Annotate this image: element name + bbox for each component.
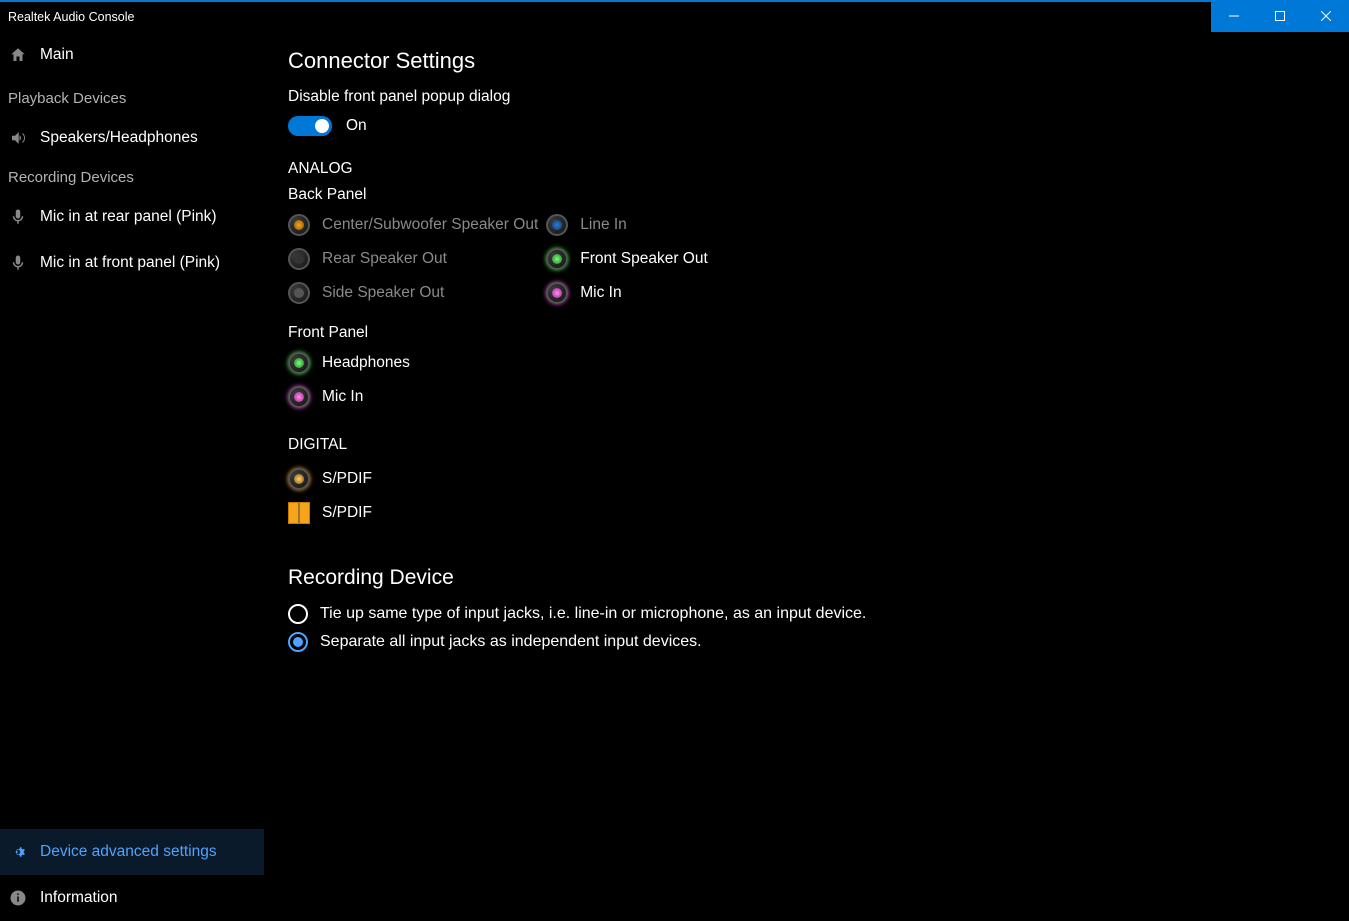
digital-head: DIGITAL	[288, 436, 1349, 454]
nav-mic-rear-label: Mic in at rear panel (Pink)	[40, 208, 217, 226]
jack-mic-in-front[interactable]: Mic In	[288, 380, 1349, 414]
nav-mic-front-label: Mic in at front panel (Pink)	[40, 254, 220, 272]
recording-device-head: Recording Device	[288, 566, 1349, 590]
rec-option-tie-label: Tie up same type of input jacks, i.e. li…	[320, 605, 866, 623]
jack-orange-icon	[288, 214, 310, 236]
analog-head: ANALOG	[288, 160, 1349, 178]
gear-icon	[8, 842, 28, 862]
spdif2-label: S/PDIF	[322, 504, 372, 522]
rec-option-tie[interactable]: Tie up same type of input jacks, i.e. li…	[288, 600, 1349, 628]
nav-speakers[interactable]: Speakers/Headphones	[0, 115, 264, 161]
nav-information[interactable]: Information	[0, 875, 264, 921]
minimize-button[interactable]	[1211, 1, 1257, 32]
jack-headphones-label: Headphones	[322, 354, 410, 372]
jack-headphones[interactable]: Headphones	[288, 346, 1349, 380]
jack-front-sp-label: Front Speaker Out	[580, 250, 708, 268]
app-title: Realtek Audio Console	[0, 10, 134, 24]
jack-green-icon	[546, 248, 568, 270]
sidebar: Main Playback Devices Speakers/Headphone…	[0, 32, 264, 921]
speaker-icon	[8, 128, 28, 148]
close-button[interactable]	[1303, 1, 1349, 32]
radio-selected-icon	[288, 632, 308, 652]
nav-speakers-label: Speakers/Headphones	[40, 129, 198, 147]
rec-option-sep-label: Separate all input jacks as independent …	[320, 633, 702, 651]
content-pane: Connector Settings Disable front panel p…	[264, 32, 1349, 921]
jack-mic-in-front-label: Mic In	[322, 388, 363, 406]
jack-grey-icon	[288, 282, 310, 304]
spdif-coax-icon	[288, 468, 310, 490]
toggle-state: On	[346, 117, 367, 135]
nav-advanced-settings[interactable]: Device advanced settings	[0, 829, 264, 875]
nav-advanced-label: Device advanced settings	[40, 843, 217, 861]
jack-rear-speaker[interactable]: Rear Speaker Out	[288, 242, 538, 276]
jack-side-speaker[interactable]: Side Speaker Out	[288, 276, 538, 310]
spdif1-label: S/PDIF	[322, 470, 372, 488]
mic-icon	[8, 207, 28, 227]
back-panel-label: Back Panel	[288, 186, 1349, 204]
spdif-optical-icon	[288, 502, 310, 524]
playback-group-title: Playback Devices	[0, 78, 264, 115]
jack-rear-label: Rear Speaker Out	[322, 250, 447, 268]
rec-option-separate[interactable]: Separate all input jacks as independent …	[288, 628, 1349, 656]
mic-icon	[8, 253, 28, 273]
jack-center-sub-label: Center/Subwoofer Speaker Out	[322, 216, 538, 234]
front-panel-label: Front Panel	[288, 324, 1349, 342]
titlebar: Realtek Audio Console	[0, 2, 1349, 32]
disable-popup-label: Disable front panel popup dialog	[288, 88, 1349, 106]
maximize-button[interactable]	[1257, 1, 1303, 32]
disable-popup-toggle[interactable]	[288, 116, 332, 136]
jack-center-sub[interactable]: Center/Subwoofer Speaker Out	[288, 208, 538, 242]
nav-mic-front[interactable]: Mic in at front panel (Pink)	[0, 240, 264, 286]
jack-mic-in-back[interactable]: Mic In	[546, 276, 708, 310]
jack-line-in-label: Line In	[580, 216, 627, 234]
jack-line-in[interactable]: Line In	[546, 208, 708, 242]
home-icon	[8, 45, 28, 65]
jack-pink-icon	[288, 386, 310, 408]
jack-blue-icon	[546, 214, 568, 236]
spdif-coax[interactable]: S/PDIF	[288, 462, 1349, 496]
recording-group-title: Recording Devices	[0, 161, 264, 194]
radio-icon	[288, 604, 308, 624]
jack-side-label: Side Speaker Out	[322, 284, 444, 302]
jack-front-speaker[interactable]: Front Speaker Out	[546, 242, 708, 276]
nav-main[interactable]: Main	[0, 32, 264, 78]
jack-green-icon	[288, 352, 310, 374]
spdif-optical[interactable]: S/PDIF	[288, 496, 1349, 530]
page-title: Connector Settings	[288, 48, 1349, 74]
jack-black-icon	[288, 248, 310, 270]
window-controls	[1211, 1, 1349, 32]
jack-pink-icon	[546, 282, 568, 304]
nav-information-label: Information	[40, 889, 118, 907]
nav-main-label: Main	[40, 46, 74, 64]
nav-mic-rear[interactable]: Mic in at rear panel (Pink)	[0, 194, 264, 240]
info-icon	[8, 888, 28, 908]
jack-mic-in-back-label: Mic In	[580, 284, 621, 302]
